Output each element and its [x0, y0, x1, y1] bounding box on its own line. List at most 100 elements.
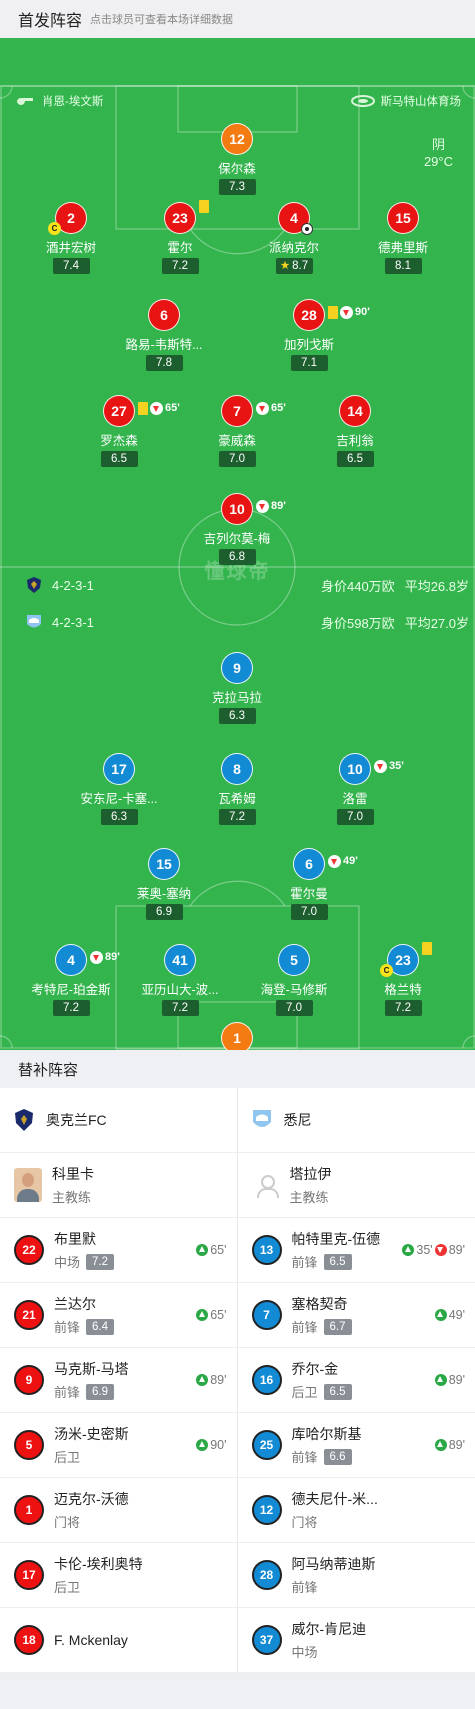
player-marker[interactable]: 9 克拉马拉 6.3 [177, 652, 297, 724]
rating-value: 7.8 [156, 357, 172, 369]
away-crest-icon [252, 1110, 271, 1127]
player-name: 克拉马拉 [211, 691, 262, 705]
sub-in-icon [434, 1374, 447, 1386]
player-rating: 7.4 [52, 258, 90, 274]
sub-player-cell[interactable]: 13 帕特里克-伍德 前锋 6.5 35' 89' [238, 1218, 475, 1282]
player-marker[interactable]: 41 亚历山大-波... 7.2 [120, 944, 240, 1016]
rating-value: 7.0 [347, 811, 363, 823]
lineup-header: 首发阵容 点击球员可查看本场详细数据 [0, 0, 475, 38]
sub-player-cell[interactable]: 25 库哈尔斯基 前锋 6.6 89' [238, 1413, 475, 1477]
player-rating: 7.2 [86, 1253, 115, 1270]
sub-player-cell[interactable]: 5 汤米-史密斯 后卫 90' [0, 1413, 238, 1477]
player-marker[interactable]: 28 90' 加列戈斯 7.1 [249, 299, 370, 371]
rating-wrap: 7.2 [343, 998, 463, 1016]
player-marker[interactable]: 27 65' 罗杰森 6.5 [59, 395, 180, 467]
away-coach-cell[interactable]: 塔拉伊 主教练 [238, 1153, 475, 1217]
sub-minute: 89' [271, 500, 286, 512]
player-info: 迈克尔-沃德 门将 [54, 1489, 227, 1531]
player-marker[interactable]: 1瑞德迈恩7.0 [177, 1022, 297, 1050]
rating-value: 7.3 [229, 181, 245, 193]
player-rating: 6.3 [100, 809, 138, 825]
player-rating: 6.5 [100, 451, 138, 467]
away-team-cell[interactable]: 悉尼 [238, 1088, 475, 1152]
sub-player-cell[interactable]: 16 乔尔-金 后卫 6.5 89' [238, 1348, 475, 1412]
away-formation-row: 4-2-3-1 [26, 613, 94, 631]
player-rating: 7.3 [218, 179, 256, 195]
sub-player-cell[interactable]: 28 阿马纳蒂迪斯 前锋 [238, 1543, 475, 1607]
player-rating: 7.2 [52, 1000, 90, 1016]
player-number: 2C [48, 202, 87, 235]
sub-player-cell[interactable]: 37 威尔-肯尼迪 中场 [238, 1608, 475, 1672]
player-number: 10 89' [221, 493, 286, 525]
player-rating: ★ 8.7 [275, 258, 313, 274]
page-title: 首发阵容 [18, 13, 83, 30]
player-marker[interactable]: 15 德弗里斯 8.1 [343, 202, 463, 274]
sub-player-cell[interactable]: 18 F. Mckenlay [0, 1608, 238, 1672]
sub-player-cell[interactable]: 17 卡伦-埃利奥特 后卫 [0, 1543, 238, 1607]
player-info: 德夫尼什-米... 门将 [292, 1489, 466, 1531]
player-marker[interactable]: 15 莱奥-塞纳 6.9 [104, 848, 224, 920]
sub-minute: 89' [105, 951, 120, 963]
player-marker[interactable]: 2 C 酒井宏树 7.4 [11, 202, 131, 274]
player-marker[interactable]: 4 派纳克尔 ★ 8.7 [234, 202, 354, 274]
weather-condition: 阴 [431, 137, 445, 152]
sub-in-minute: 90' [210, 1438, 227, 1452]
player-events [422, 942, 432, 955]
player-marker[interactable]: 8 瓦希姆 7.2 [177, 753, 297, 825]
player-marker[interactable]: 14 吉利翁 6.5 [295, 395, 415, 467]
player-marker[interactable]: 6 路易-韦斯特... 7.8 [104, 299, 224, 371]
player-marker[interactable]: 10 89' 吉列尔莫-梅 6.8 [177, 493, 297, 565]
sub-player-cell[interactable]: 7 塞格契奇 前锋 6.7 49' [238, 1283, 475, 1347]
player-name: 霍尔曼 [290, 887, 328, 901]
sub-player-cell[interactable]: 22 布里默 中场 7.2 65' [0, 1218, 238, 1282]
player-name: 保尔森 [218, 162, 256, 176]
player-rating: 7.0 [290, 904, 328, 920]
home-coach-cell[interactable]: 科里卡 主教练 [0, 1153, 238, 1217]
goal-ball-icon [301, 223, 313, 235]
player-position: 门将 [54, 1515, 81, 1530]
player-meta: 前锋 6.9 [54, 1382, 196, 1401]
sub-player-cell[interactable]: 9 马克斯-马塔 前锋 6.9 89' [0, 1348, 238, 1412]
player-marker[interactable]: 6 49' 霍尔曼 7.0 [249, 848, 369, 920]
subs-table: 奥克兰FC 悉尼 科里卡 主教练 塔拉伊 主教练 22 布里默 中场 7.2 65' 13 帕特… [0, 1088, 475, 1673]
player-marker[interactable]: 12 保尔森 7.3 [177, 123, 297, 195]
sub-player-cell[interactable]: 21 兰达尔 前锋 6.4 65' [0, 1283, 238, 1347]
player-number: 6 49' [293, 848, 358, 880]
player-meta: 前锋 6.4 [54, 1317, 196, 1336]
rating-wrap: 7.0 [295, 807, 415, 825]
user-placeholder-icon [252, 1168, 280, 1202]
player-name: 马克斯-马塔 [54, 1361, 129, 1377]
player-number-badge: 5 [14, 1430, 44, 1460]
away-team-name: 悉尼 [283, 1112, 312, 1128]
player-info: 卡伦-埃利奥特 后卫 [54, 1554, 227, 1596]
player-number: 7 65' [221, 395, 286, 427]
player-rating: 7.8 [145, 355, 183, 371]
player-marker[interactable]: 23 霍尔 7.2 [120, 200, 240, 274]
player-meta: 中场 7.2 [54, 1252, 196, 1271]
player-marker[interactable]: 10 35' 洛雷 7.0 [295, 753, 415, 825]
home-team-cell[interactable]: 奥克兰FC [0, 1088, 238, 1152]
sub-player-cell[interactable]: 1 迈克尔-沃德 门将 [0, 1478, 238, 1542]
sub-events: 89' [434, 1438, 465, 1452]
yellow-card-icon [138, 401, 148, 415]
sub-events: 89' [434, 1373, 465, 1387]
rating-value: 7.2 [63, 1002, 79, 1014]
player-marker[interactable]: 17 安东尼-卡塞... 6.3 [59, 753, 179, 825]
player-events [199, 200, 209, 213]
player-number-badge: 18 [14, 1625, 44, 1655]
player-meta: 门将 [54, 1512, 227, 1531]
sub-in-icon [196, 1244, 209, 1256]
rating-wrap: 6.3 [59, 807, 179, 825]
player-marker[interactable]: 23 C 格兰特 7.2 [343, 942, 463, 1016]
rating-value: 8.7 [292, 260, 309, 272]
player-marker[interactable]: 4 89' 考特尼-珀金斯 7.2 [11, 944, 131, 1016]
sub-player-cell[interactable]: 12 德夫尼什-米... 门将 [238, 1478, 475, 1542]
player-name: 威尔-肯尼迪 [291, 1621, 367, 1637]
player-number: 14 [339, 395, 371, 427]
away-coach-name: 塔拉伊 [289, 1166, 332, 1182]
player-marker[interactable]: 5 海登-马修斯 7.0 [234, 944, 354, 1016]
rating-wrap: 7.4 [11, 256, 131, 274]
player-name: 莱奥-塞纳 [136, 887, 192, 901]
player-info: 塞格契奇 前锋 6.7 [292, 1294, 435, 1336]
player-marker[interactable]: 7 65' 豪威森 7.0 [177, 395, 297, 467]
